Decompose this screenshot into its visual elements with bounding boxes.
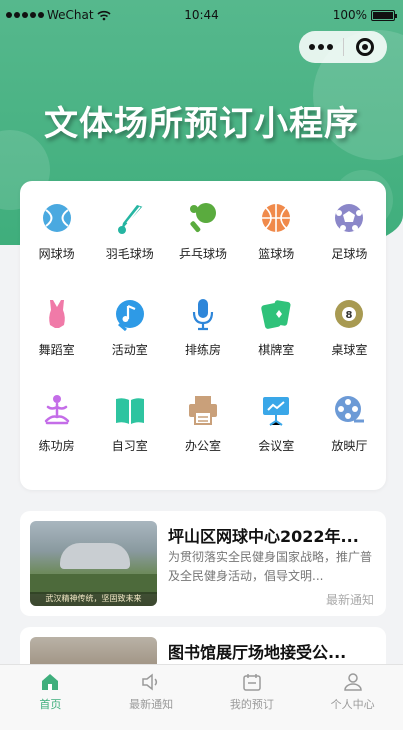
tab-profile[interactable]: 个人中心	[302, 665, 403, 716]
page-title: 文体场所预订小程序	[44, 104, 359, 144]
venue-label: 排练房	[184, 343, 221, 357]
film-reel-icon	[335, 396, 365, 423]
microphone-icon	[192, 299, 214, 331]
leotard-icon	[48, 300, 65, 328]
status-bar: WeChat 10:44 100%	[0, 0, 403, 30]
news-image-caption: 武汉精神传统，坚固致未来	[30, 592, 157, 606]
venue-label: 乒乓球场	[178, 247, 227, 261]
music-icon	[115, 300, 144, 331]
tab-bookings[interactable]: 我的预订	[202, 665, 303, 716]
venue-label: 舞蹈室	[38, 343, 75, 357]
basketball-icon	[262, 204, 291, 232]
venue-label: 放映厅	[331, 439, 368, 453]
venue-item[interactable]: 网球场	[20, 201, 93, 297]
news-tag: 最新通知	[325, 593, 374, 607]
venue-item[interactable]: 羽毛球场	[93, 201, 166, 297]
cards-icon	[261, 300, 291, 329]
tab-label: 我的预订	[229, 698, 274, 711]
news-title: 图书馆展厅场地接受公...	[168, 643, 347, 662]
printer-icon	[188, 396, 217, 425]
venue-item[interactable]: 篮球场	[240, 201, 313, 297]
venue-label: 羽毛球场	[105, 247, 154, 261]
venue-item[interactable]: 放映厅	[313, 393, 386, 489]
venue-label: 会议室	[258, 439, 295, 453]
yoga-icon	[44, 395, 69, 425]
battery-icon	[371, 9, 397, 21]
venue-label: 棋牌室	[258, 343, 295, 357]
book-icon	[115, 398, 144, 424]
venue-item[interactable]: 棋牌室	[240, 297, 313, 393]
presentation-icon	[263, 397, 290, 426]
tab-label: 最新通知	[129, 698, 174, 711]
venue-label: 足球场	[331, 247, 368, 261]
user-icon	[343, 673, 362, 691]
news-thumbnail: 武汉精神传统，坚固致未来	[30, 521, 157, 606]
tennis-ball-icon	[42, 204, 71, 232]
billiard-ball-icon: 8	[335, 300, 364, 328]
venue-label: 自习室	[111, 439, 148, 453]
venue-item[interactable]: 会议室	[240, 393, 313, 489]
venue-label: 篮球场	[258, 247, 295, 261]
miniprogram-capsule	[299, 31, 387, 63]
calendar-icon	[243, 674, 261, 691]
tab-bar: 首页 最新通知 我的预订 个人中心	[0, 664, 403, 716]
venue-label: 桌球室	[331, 343, 368, 357]
tab-home[interactable]: 首页	[0, 665, 101, 716]
venue-item[interactable]: 足球场	[313, 201, 386, 297]
tab-notifications[interactable]: 最新通知	[101, 665, 202, 716]
svg-text:8: 8	[346, 310, 353, 321]
venue-item[interactable]: 乒乓球场	[166, 201, 239, 297]
venue-item[interactable]: 舞蹈室	[20, 297, 93, 393]
venue-item[interactable]: 活动室	[93, 297, 166, 393]
venue-item[interactable]: 自习室	[93, 393, 166, 489]
venue-label: 练功房	[38, 439, 75, 453]
battery-percent: 100%	[332, 8, 367, 22]
news-card[interactable]: 武汉精神传统，坚固致未来 坪山区网球中心2022年... 为贯彻落实全民健身国家…	[20, 511, 386, 616]
news-title: 坪山区网球中心2022年...	[168, 527, 359, 546]
tab-label: 首页	[39, 698, 62, 711]
close-miniprogram-icon[interactable]	[343, 38, 387, 56]
venue-label: 办公室	[184, 439, 221, 453]
venue-grid: 网球场 羽毛球场 乒乓球场 篮球场 足球场舞蹈室 活动室 排练房 棋牌室 8 桌球室练功房 自习室 办…	[20, 181, 386, 489]
venue-label: 网球场	[38, 247, 75, 261]
venue-item[interactable]: 办公室	[166, 393, 239, 489]
home-icon	[42, 674, 59, 690]
shuttlecock-icon	[117, 205, 144, 234]
venue-item[interactable]: 8 桌球室	[313, 297, 386, 393]
news-description: 为贯彻落实全民健身国家战略，推广普及全民健身活动，倡导文明...	[168, 550, 373, 583]
venue-grid-card: 网球场 羽毛球场 乒乓球场 篮球场 足球场舞蹈室 活动室 排练房 棋牌室 8 桌球室练功房 自习室 办…	[20, 181, 386, 490]
venue-item[interactable]: 排练房	[166, 297, 239, 393]
football-icon	[335, 204, 364, 232]
tab-label: 个人中心	[330, 698, 375, 711]
more-menu-icon[interactable]	[299, 44, 343, 50]
venue-label: 活动室	[111, 343, 148, 357]
venue-item[interactable]: 练功房	[20, 393, 93, 489]
speaker-icon	[142, 673, 158, 691]
ping-pong-icon	[189, 203, 216, 233]
